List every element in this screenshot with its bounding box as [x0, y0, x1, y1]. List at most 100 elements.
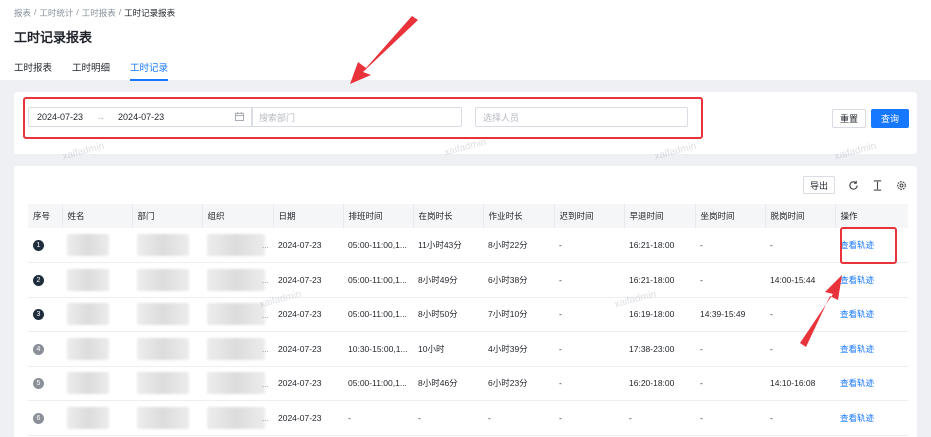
watermark: xaifadmin — [833, 140, 878, 163]
sit-post-cell: 14:39-15:49 — [695, 297, 765, 332]
department-redacted — [137, 303, 189, 326]
date-cell: 2024-07-23 — [273, 366, 343, 401]
refresh-icon[interactable] — [847, 179, 859, 191]
column-header: 早退时间 — [624, 204, 696, 228]
department-redacted — [137, 268, 189, 291]
column-height-icon[interactable] — [871, 179, 883, 191]
date-cell: 2024-07-23 — [273, 297, 343, 332]
off-post-cell: - — [765, 297, 835, 332]
table-row: 1 ... 2024-07-23 05:00-11:00,1... 11小时43… — [28, 228, 908, 263]
schedule-cell: 10:30-15:00,1... — [343, 331, 413, 367]
page-header: 报表 / 工时统计 / 工时报表 / 工时记录报表 工时记录报表 工时报表 工时明细 … — [0, 0, 931, 81]
late-cell: - — [554, 400, 624, 436]
tab-hours-detail[interactable]: 工时明细 — [72, 60, 110, 80]
date-cell: 2024-07-23 — [273, 331, 343, 367]
department-redacted — [137, 234, 189, 256]
view-track-link[interactable]: 查看轨迹 — [840, 344, 874, 354]
off-post-cell: 14:10-16:08 — [765, 366, 835, 401]
sit-post-cell: - — [695, 262, 765, 298]
ellipsis: ... — [261, 309, 269, 320]
organization-redacted — [207, 337, 265, 360]
name-redacted — [67, 372, 109, 395]
name-redacted — [67, 303, 109, 326]
on-duty-cell: - — [413, 400, 483, 436]
ellipsis: ... — [261, 275, 269, 285]
records-table: 序号 姓名 部门 组织 日期 排班时间 在岗时长 作业时长 迟到时间 早退时间 … — [28, 204, 908, 436]
early-leave-cell: 16:19-18:00 — [624, 297, 695, 332]
name-redacted — [67, 337, 109, 360]
tab-bar: 工时报表 工时明细 工时记录 — [14, 60, 169, 81]
table-row: 3 ... 2024-07-23 05:00-11:00,1... 8小时50分… — [28, 297, 908, 332]
schedule-cell: 05:00-11:00,1... — [343, 297, 413, 332]
watermark: xaifadmin — [61, 140, 106, 163]
column-header: 日期 — [273, 204, 344, 228]
column-header: 部门 — [132, 204, 203, 228]
work-duration-cell: - — [483, 400, 554, 436]
records-table-card: 导出 序号 姓名 部门 组织 日期 排班时间 在岗时长 作业时长 迟到时间 早退… — [14, 166, 917, 437]
organization-redacted — [207, 268, 265, 291]
work-duration-cell: 7小时10分 — [483, 297, 554, 332]
view-track-link[interactable]: 查看轨迹 — [840, 378, 874, 388]
sit-post-cell: - — [695, 331, 765, 367]
row-index-badge: 2 — [33, 274, 44, 286]
column-header: 操作 — [835, 204, 908, 228]
name-redacted — [67, 268, 109, 291]
ellipsis: ... — [261, 240, 269, 250]
late-cell: - — [554, 297, 624, 332]
column-header: 姓名 — [62, 204, 133, 228]
department-redacted — [137, 406, 189, 429]
work-duration-cell: 6小时23分 — [483, 366, 554, 401]
column-header: 迟到时间 — [554, 204, 625, 228]
schedule-cell: 05:00-11:00,1... — [343, 228, 413, 263]
on-duty-cell: 10小时 — [413, 331, 483, 367]
breadcrumb-item[interactable]: 报表 — [14, 7, 31, 19]
late-cell: - — [554, 228, 624, 263]
schedule-cell: 05:00-11:00,1... — [343, 262, 413, 298]
organization-redacted — [207, 234, 265, 256]
late-cell: - — [554, 331, 624, 367]
view-track-link[interactable]: 查看轨迹 — [840, 240, 874, 250]
organization-redacted — [207, 303, 265, 326]
organization-redacted — [207, 406, 265, 429]
table-body: 1 ... 2024-07-23 05:00-11:00,1... 11小时43… — [28, 228, 908, 436]
ellipsis: ... — [261, 413, 269, 423]
breadcrumb-item[interactable]: 工时报表 — [82, 7, 116, 19]
column-header: 在岗时长 — [413, 204, 484, 228]
schedule-cell: - — [343, 400, 413, 436]
export-button[interactable]: 导出 — [803, 176, 835, 194]
table-toolbar: 导出 — [803, 176, 907, 194]
column-header: 坐岗时间 — [695, 204, 766, 228]
sit-post-cell: - — [695, 400, 765, 436]
off-post-cell: - — [765, 400, 835, 436]
settings-icon[interactable] — [895, 179, 907, 191]
work-duration-cell: 6小时38分 — [483, 262, 554, 298]
view-track-link[interactable]: 查看轨迹 — [840, 413, 874, 423]
late-cell: - — [554, 262, 624, 298]
view-track-link[interactable]: 查看轨迹 — [840, 275, 874, 285]
column-header: 序号 — [28, 204, 63, 228]
table-row: 4 ... 2024-07-23 10:30-15:00,1... 10小时 4… — [28, 331, 908, 367]
row-index-badge: 6 — [33, 412, 44, 424]
department-redacted — [137, 372, 189, 395]
early-leave-cell: 17:38-23:00 — [624, 331, 695, 367]
row-index-badge: 1 — [33, 240, 44, 251]
on-duty-cell: 8小时50分 — [413, 297, 483, 332]
breadcrumb-item[interactable]: 工时统计 — [39, 7, 73, 19]
row-index-badge: 3 — [33, 309, 44, 321]
organization-redacted — [207, 372, 265, 395]
reset-button[interactable]: 重置 — [832, 109, 866, 128]
tab-hours-report[interactable]: 工时报表 — [14, 60, 52, 80]
row-index-badge: 4 — [33, 343, 44, 355]
name-redacted — [67, 406, 109, 429]
tab-hours-record[interactable]: 工时记录 — [130, 60, 169, 81]
department-redacted — [137, 337, 189, 360]
column-header: 作业时长 — [483, 204, 555, 228]
on-duty-cell: 8小时46分 — [413, 366, 483, 401]
off-post-cell: 14:00-15:44 — [765, 262, 835, 298]
off-post-cell: - — [765, 331, 835, 367]
work-duration-cell: 8小时22分 — [483, 228, 554, 263]
row-index-badge: 5 — [33, 378, 44, 390]
search-button[interactable]: 查询 — [871, 109, 909, 128]
breadcrumb-current: 工时记录报表 — [124, 8, 176, 18]
view-track-link[interactable]: 查看轨迹 — [840, 309, 874, 319]
